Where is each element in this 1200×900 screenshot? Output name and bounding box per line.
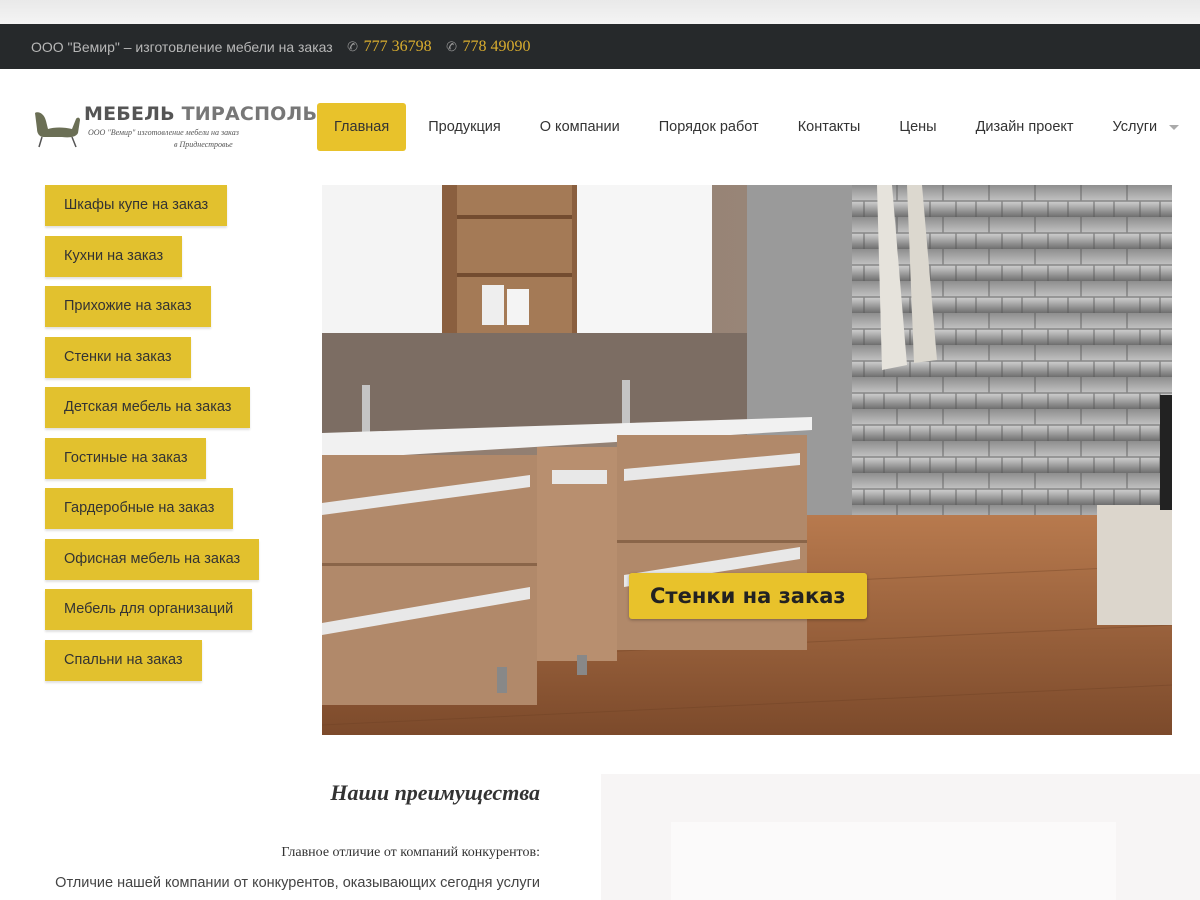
- nav-item-label: Контакты: [797, 119, 861, 135]
- content-panel-inner: [671, 822, 1116, 900]
- hero-slider[interactable]: Стенки на заказ: [322, 185, 1172, 735]
- nav-item-label: О компании: [539, 119, 620, 135]
- nav-item-label: Главная: [334, 119, 390, 135]
- nav-item-home[interactable]: Главная: [317, 103, 407, 151]
- armchair-icon: [35, 112, 80, 148]
- category-kids-furniture[interactable]: Детская мебель на заказ: [45, 387, 251, 428]
- phone-2-number: 778 49090: [462, 37, 531, 55]
- phone-2[interactable]: ✆ 778 49090: [444, 37, 531, 56]
- hero-caption[interactable]: Стенки на заказ: [629, 573, 867, 619]
- top-strip: [0, 0, 1200, 24]
- nav-item-contacts[interactable]: Контакты: [781, 103, 878, 151]
- phone-1[interactable]: ✆ 777 36798: [345, 37, 432, 56]
- category-office-furniture[interactable]: Офисная мебель на заказ: [45, 538, 260, 580]
- category-bedrooms[interactable]: Спальни на заказ: [45, 639, 202, 681]
- advantages-subtitle: Главное отличие от компаний конкурентов:: [281, 845, 540, 860]
- category-kitchens[interactable]: Кухни на заказ: [45, 235, 183, 277]
- nav-item-services[interactable]: Услуги: [1096, 103, 1197, 151]
- category-organizations[interactable]: Мебель для организаций: [45, 589, 253, 630]
- hero-image: [322, 185, 1172, 735]
- phone-1-number: 777 36798: [363, 37, 432, 55]
- logo-subtitle: ООО "Вемир" изготовление мебели на заказ…: [88, 127, 288, 151]
- advantages-title: Наши преимущества: [330, 780, 540, 805]
- header: МЕБЕЛЬ ТИРАСПОЛЬ ООО "Вемир" изготовлени…: [0, 69, 1200, 179]
- logo-title: МЕБЕЛЬ ТИРАСПОЛЬ: [84, 103, 317, 125]
- company-tagline: ООО "Вемир" – изготовление мебели на зак…: [31, 38, 333, 55]
- site-logo[interactable]: МЕБЕЛЬ ТИРАСПОЛЬ ООО "Вемир" изготовлени…: [32, 103, 317, 153]
- logo-subtitle-line1: ООО "Вемир" изготовление мебели на заказ: [88, 128, 239, 137]
- advantages-text: Отличие нашей компании от конкурентов, о…: [55, 875, 540, 900]
- nav-item-label: Дизайн проект: [975, 119, 1074, 135]
- category-wall-units[interactable]: Стенки на заказ: [45, 336, 191, 378]
- category-living-rooms[interactable]: Гостиные на заказ: [45, 437, 207, 479]
- nav-item-label: Цены: [899, 119, 937, 135]
- phone-icon: ✆: [345, 37, 359, 55]
- chevron-down-icon: [1169, 124, 1180, 130]
- nav-item-about[interactable]: О компании: [523, 103, 637, 151]
- category-sidebar: Шкафы купе на заказ Кухни на заказ Прихо…: [45, 185, 305, 690]
- category-wardrobes[interactable]: Шкафы купе на заказ: [45, 185, 228, 226]
- content-panel: [601, 774, 1200, 900]
- category-dressing-rooms[interactable]: Гардеробные на заказ: [45, 488, 234, 529]
- phone-icon: ✆: [444, 37, 458, 55]
- nav-item-label: Порядок работ: [658, 119, 759, 135]
- nav-item-prices[interactable]: Цены: [882, 103, 953, 151]
- logo-title-part2: ТИРАСПОЛЬ: [181, 103, 318, 125]
- category-hallways[interactable]: Прихожие на заказ: [45, 286, 211, 327]
- logo-subtitle-line2: в Приднестровье: [174, 140, 233, 149]
- nav-item-design-project[interactable]: Дизайн проект: [959, 103, 1091, 151]
- nav-item-products[interactable]: Продукция: [411, 103, 518, 151]
- logo-title-part1: МЕБЕЛЬ: [84, 103, 175, 125]
- nav-item-label: Продукция: [428, 119, 501, 135]
- nav-item-workflow[interactable]: Порядок работ: [642, 103, 776, 151]
- nav-item-label: Услуги: [1112, 119, 1158, 135]
- main-nav: Главная Продукция О компании Порядок раб…: [317, 103, 1200, 151]
- top-bar: ООО "Вемир" – изготовление мебели на зак…: [0, 24, 1200, 69]
